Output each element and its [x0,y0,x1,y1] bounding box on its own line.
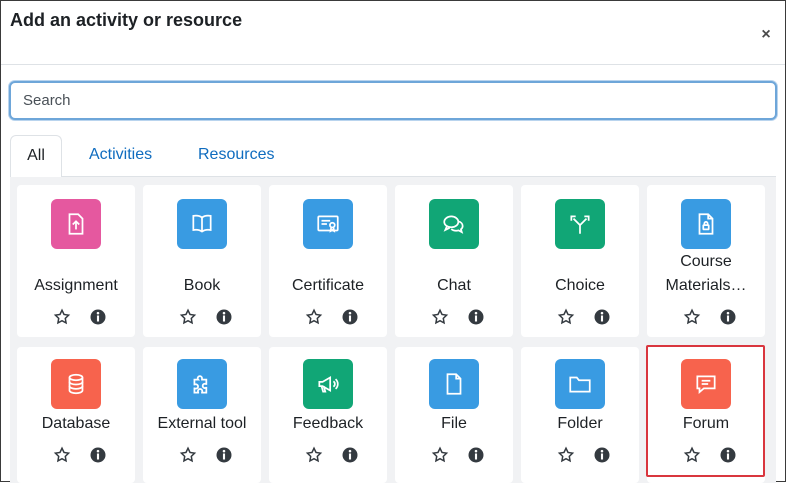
activity-tile-folder[interactable]: Folder [521,347,639,483]
activity-label: Forum [682,415,730,432]
file-icon [429,359,479,409]
activity-tile-file[interactable]: File [395,347,513,483]
activity-grid: Assignment Book Certificate Chat Choice … [10,177,776,483]
external-tool-icon [177,359,227,409]
tab-activities[interactable]: Activities [73,135,168,177]
activity-label-line1: Course [680,253,732,270]
star-icon[interactable] [179,446,197,464]
info-icon[interactable] [215,446,233,464]
activity-tile-book[interactable]: Book [143,185,261,337]
activity-tile-feedback[interactable]: Feedback [269,347,387,483]
activity-label: File [441,415,467,432]
assignment-icon [51,199,101,249]
close-icon[interactable]: × [758,25,774,45]
search-input[interactable] [9,81,777,120]
star-icon[interactable] [557,446,575,464]
tab-all[interactable]: All [10,135,62,178]
choice-icon [555,199,605,249]
info-icon[interactable] [341,308,359,326]
star-icon[interactable] [305,446,323,464]
certificate-icon [303,199,353,249]
book-icon [177,199,227,249]
activity-label: Book [183,277,221,294]
star-icon[interactable] [431,446,449,464]
info-icon[interactable] [467,308,485,326]
activity-tile-forum[interactable]: Forum [647,347,765,483]
activity-tile-database[interactable]: Database [17,347,135,483]
info-icon[interactable] [467,446,485,464]
activity-label: Choice [555,277,605,294]
info-icon[interactable] [593,446,611,464]
folder-icon [555,359,605,409]
star-icon[interactable] [179,308,197,326]
info-icon[interactable] [89,308,107,326]
modal-header: Add an activity or resource × [1,1,785,65]
activity-label: Folder [557,415,603,432]
tab-resources[interactable]: Resources [182,135,290,177]
star-icon[interactable] [557,308,575,326]
chat-icon [429,199,479,249]
forum-icon [681,359,731,409]
activity-tile-assignment[interactable]: Assignment [17,185,135,337]
database-icon [51,359,101,409]
activity-label: Feedback [292,415,364,432]
activity-label-line2: Materials… [665,277,747,294]
activity-tile-certificate[interactable]: Certificate [269,185,387,337]
star-icon[interactable] [305,308,323,326]
star-icon[interactable] [431,308,449,326]
add-activity-modal: Add an activity or resource × All Activi… [0,0,786,483]
activity-label: External tool [157,415,247,432]
modal-title: Add an activity or resource [10,10,243,30]
star-icon[interactable] [683,308,701,326]
info-icon[interactable] [341,446,359,464]
activity-label: Certificate [291,277,365,294]
activity-tile-course-materials[interactable]: Course Materials… [647,185,765,337]
info-icon[interactable] [593,308,611,326]
info-icon[interactable] [215,308,233,326]
info-icon[interactable] [719,446,737,464]
activity-tile-choice[interactable]: Choice [521,185,639,337]
activity-tile-external-tool[interactable]: External tool [143,347,261,483]
feedback-icon [303,359,353,409]
activity-label: Chat [437,277,471,294]
info-icon[interactable] [89,446,107,464]
tab-bar: All Activities Resources [10,135,776,178]
activity-label: Assignment [34,277,118,294]
star-icon[interactable] [683,446,701,464]
activity-tile-chat[interactable]: Chat [395,185,513,337]
course-materials-icon [681,199,731,249]
activity-label: Database [41,415,111,432]
star-icon[interactable] [53,446,71,464]
info-icon[interactable] [719,308,737,326]
star-icon[interactable] [53,308,71,326]
